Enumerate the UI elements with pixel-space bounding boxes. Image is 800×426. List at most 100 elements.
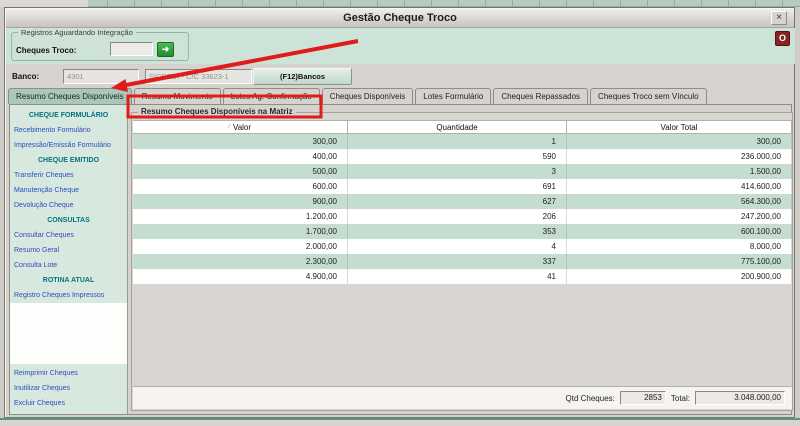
cell-valor: 500,00	[133, 164, 348, 179]
sidebar-item-manutencao-cheque[interactable]: Manutenção Cheque	[10, 183, 127, 198]
table-row[interactable]: 400,00590236.000,00	[133, 149, 792, 164]
cell-quantidade: 590	[348, 149, 567, 164]
background-toolbar-left	[0, 0, 88, 7]
banco-label: Banco:	[12, 72, 39, 81]
cell-quantidade: 337	[348, 254, 567, 269]
sidebar-item-consultar-cheques[interactable]: Consultar Cheques	[10, 228, 127, 243]
table-row[interactable]: 4.900,0041200.900,00	[133, 269, 792, 284]
sidebar-item-devolucao-cheque[interactable]: Devolução Cheque	[10, 198, 127, 213]
sidebar-header-cheque-formulario: CHEQUE FORMULÁRIO	[10, 108, 127, 123]
total-value: 3.048.000,00	[695, 391, 785, 405]
sidebar-top-section: CHEQUE FORMULÁRIORecebimento FormulárioI…	[10, 105, 127, 303]
cell-valor: 1.700,00	[133, 224, 348, 239]
table-row[interactable]: 1.200,00206247.200,00	[133, 209, 792, 224]
tab-cheques-disponiveis[interactable]: Cheques Disponíveis	[322, 88, 414, 104]
tab-lotes-ag-confirmacao[interactable]: Lotes Ag. Confirmação	[223, 88, 320, 104]
table-row[interactable]: 900,00627564.300,00	[133, 194, 792, 209]
column-label: Valor	[233, 123, 251, 132]
tab-lotes-formulario[interactable]: Lotes Formulário	[415, 88, 491, 104]
window-title: Gestão Cheque Troco	[343, 12, 457, 24]
table-row[interactable]: 300,001300,00	[133, 134, 792, 149]
column-label: Valor Total	[660, 123, 697, 132]
tab-resumo-movimento[interactable]: Resumo Movimento	[134, 88, 221, 104]
qtd-cheques-label: Qtd Cheques:	[566, 394, 615, 403]
tab-cheques-troco-sem-vinculo[interactable]: Cheques Troco sem Vínculo	[590, 88, 707, 104]
tab-cheques-repassados[interactable]: Cheques Repassados	[493, 88, 588, 104]
total-label: Total:	[671, 394, 690, 403]
tab-bar: Resumo Cheques DisponíveisResumo Movimen…	[8, 88, 709, 104]
sidebar-item-inutilizar-cheques[interactable]: Inutilizar Cheques	[10, 381, 127, 396]
cell-valor-total: 600.100,00	[567, 224, 792, 239]
cell-quantidade: 1	[348, 134, 567, 149]
table-header-row: ∕ValorQuantidadeValor Total	[133, 120, 792, 134]
sidebar-item-excluir-cheques[interactable]: Excluir Cheques	[10, 396, 127, 411]
cell-quantidade: 627	[348, 194, 567, 209]
cell-valor-total: 1.500,00	[567, 164, 792, 179]
cell-valor: 1.200,00	[133, 209, 348, 224]
screen: { "window": { "title": "Gestão Cheque Tr…	[0, 0, 800, 426]
cell-valor-total: 247.200,00	[567, 209, 792, 224]
background-bottom-edge	[0, 418, 800, 426]
resumo-matriz-groupbox: Resumo Cheques Disponíveis na Matriz ∕Va…	[131, 112, 793, 411]
sidebar: CHEQUE FORMULÁRIORecebimento FormulárioI…	[10, 105, 128, 414]
table-row[interactable]: 2.000,0048.000,00	[133, 239, 792, 254]
red-status-icon[interactable]: O	[775, 31, 790, 46]
cell-valor: 400,00	[133, 149, 348, 164]
cell-valor: 300,00	[133, 134, 348, 149]
cheques-troco-input[interactable]	[110, 42, 153, 56]
column-header-valor[interactable]: ∕Valor	[133, 121, 348, 134]
cell-valor-total: 8.000,00	[567, 239, 792, 254]
cell-quantidade: 353	[348, 224, 567, 239]
title-bar: Gestão Cheque Troco	[6, 9, 794, 28]
cell-valor: 600,00	[133, 179, 348, 194]
gestao-cheque-troco-window: Gestão Cheque Troco × Registros Aguardan…	[4, 7, 795, 418]
sidebar-spacer	[10, 303, 127, 364]
cell-quantidade: 3	[348, 164, 567, 179]
cell-valor-total: 414.600,00	[567, 179, 792, 194]
sidebar-item-recebimento-formulario[interactable]: Recebimento Formulário	[10, 123, 127, 138]
sidebar-item-consulta-lote[interactable]: Consulta Lote	[10, 258, 127, 273]
sidebar-item-impressao-emissao-formulario[interactable]: Impressão/Emissão Formulário	[10, 138, 127, 153]
cell-valor-total: 564.300,00	[567, 194, 792, 209]
column-header-valor-total[interactable]: Valor Total	[567, 121, 792, 134]
close-icon[interactable]: ×	[771, 11, 787, 25]
sidebar-item-transferir-cheques[interactable]: Transferir Cheques	[10, 168, 127, 183]
sidebar-item-reimprimir-cheques[interactable]: Reimprimir Cheques	[10, 366, 127, 381]
cell-valor-total: 775.100,00	[567, 254, 792, 269]
totals-bar: Qtd Cheques: 2853 Total: 3.048.000,00	[133, 386, 792, 409]
bank-code-field	[63, 69, 139, 84]
groupbox-title: Resumo Cheques Disponíveis na Matriz	[138, 107, 296, 116]
cell-valor-total: 236.000,00	[567, 149, 792, 164]
tab-resumo-cheques-disponiveis[interactable]: Resumo Cheques Disponíveis	[8, 88, 132, 104]
cheques-troco-label: Cheques Troco:	[16, 46, 76, 55]
sort-ascending-icon: ∕	[229, 124, 230, 130]
qtd-cheques-value: 2853	[620, 391, 666, 405]
f12-bancos-button[interactable]: (F12)Bancos	[253, 68, 352, 85]
cell-quantidade: 4	[348, 239, 567, 254]
table-row[interactable]: 1.700,00353600.100,00	[133, 224, 792, 239]
go-arrow-icon[interactable]: ➜	[157, 42, 174, 57]
groupbox-legend: Registros Aguardando Integração	[18, 28, 136, 37]
sidebar-header-consultas: CONSULTAS	[10, 213, 127, 228]
sidebar-bottom-section: Reimprimir ChequesInutilizar ChequesExcl…	[10, 364, 127, 414]
table-row[interactable]: 600,00691414.600,00	[133, 179, 792, 194]
cell-valor: 4.900,00	[133, 269, 348, 284]
background-toolbar-strip	[0, 0, 800, 7]
content-panel: CHEQUE FORMULÁRIORecebimento FormulárioI…	[9, 104, 792, 415]
cell-quantidade: 691	[348, 179, 567, 194]
cell-quantidade: 206	[348, 209, 567, 224]
cell-valor-total: 200.900,00	[567, 269, 792, 284]
sidebar-item-registro-cheques-impressos[interactable]: Registro Cheques Impressos	[10, 288, 127, 303]
bank-account-field	[145, 69, 252, 84]
table-row[interactable]: 500,0031.500,00	[133, 164, 792, 179]
sidebar-item-resumo-geral[interactable]: Resumo Geral	[10, 243, 127, 258]
registros-aguardando-groupbox: Registros Aguardando Integração Cheques …	[11, 32, 189, 61]
column-header-quantidade[interactable]: Quantidade	[348, 121, 567, 134]
sidebar-header-cheque-emitido: CHEQUE EMITIDO	[10, 153, 127, 168]
cell-valor: 2.300,00	[133, 254, 348, 269]
sidebar-header-rotina-atual: ROTINA ATUAL	[10, 273, 127, 288]
integration-panel: Registros Aguardando Integração Cheques …	[6, 28, 795, 64]
resumo-table: ∕ValorQuantidadeValor Total 300,001300,0…	[133, 120, 792, 284]
cell-valor: 2.000,00	[133, 239, 348, 254]
table-row[interactable]: 2.300,00337775.100,00	[133, 254, 792, 269]
